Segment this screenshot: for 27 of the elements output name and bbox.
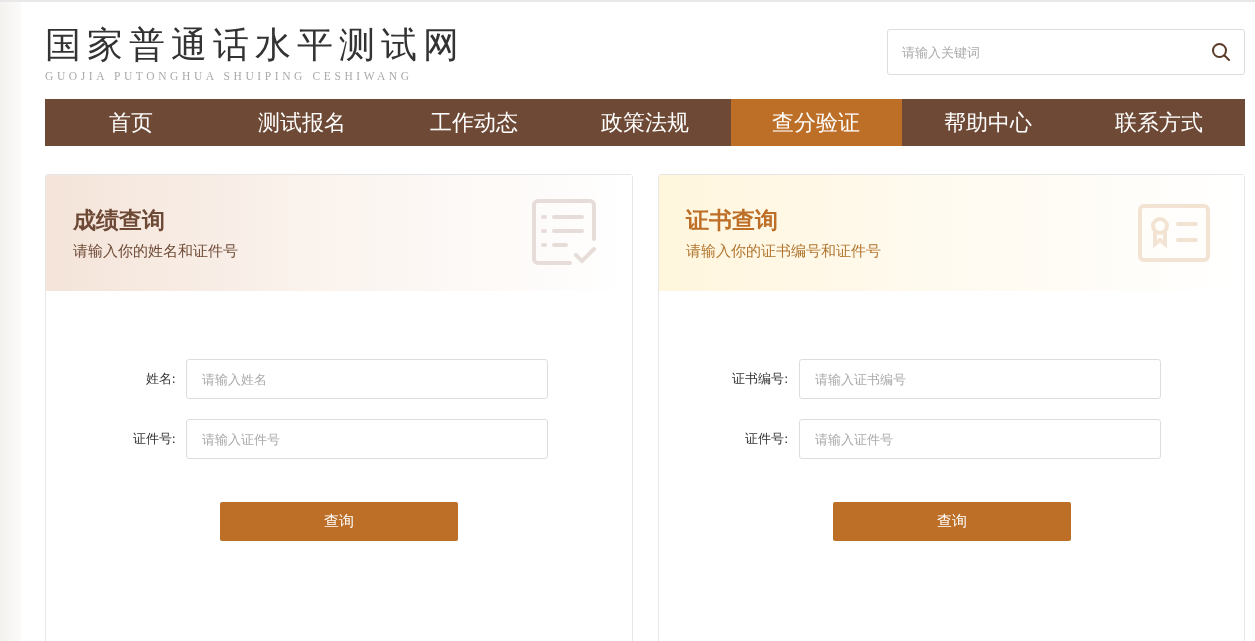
input-field[interactable]: 请输入证件号 <box>798 419 1161 459</box>
nav-tab[interactable]: 联系方式 <box>1073 99 1245 146</box>
search-field[interactable]: 请输入关键词 <box>887 29 1245 75</box>
site-title: 国家普通话水平测试网 <box>45 24 465 66</box>
query-button[interactable]: 查询 <box>832 502 1071 541</box>
field-label: 证书编号: <box>731 370 790 388</box>
input-field[interactable]: 请输入姓名 <box>186 359 548 399</box>
nav-tab[interactable]: 查分验证 <box>730 99 903 146</box>
search-icon[interactable] <box>1211 42 1231 62</box>
card-subtitle: 请输入你的姓名和证件号 <box>73 242 238 261</box>
site-subtitle: GUOJIA PUTONGHUA SHUIPING CESHIWANG <box>45 70 414 82</box>
input-field[interactable]: 请输入证件号 <box>186 419 548 459</box>
field-label: 证件号: <box>744 430 790 448</box>
card-title: 证书查询 <box>685 206 779 235</box>
nav-tab[interactable]: 首页 <box>45 99 217 146</box>
field-label: 证件号: <box>131 430 177 448</box>
nav-tab[interactable]: 测试报名 <box>216 99 388 146</box>
nav-tab[interactable]: 帮助中心 <box>902 99 1074 146</box>
nav-tab[interactable]: 政策法规 <box>559 99 731 146</box>
card-subtitle: 请输入你的证书编号和证件号 <box>685 242 881 261</box>
checklist-icon <box>529 199 598 267</box>
nav-tab[interactable]: 工作动态 <box>387 99 560 146</box>
input-field[interactable]: 请输入证书编号 <box>798 359 1161 399</box>
query-button[interactable]: 查询 <box>220 502 458 541</box>
certificate-icon <box>1138 204 1210 262</box>
field-label: 姓名: <box>144 370 177 388</box>
card-title: 成绩查询 <box>73 206 166 235</box>
